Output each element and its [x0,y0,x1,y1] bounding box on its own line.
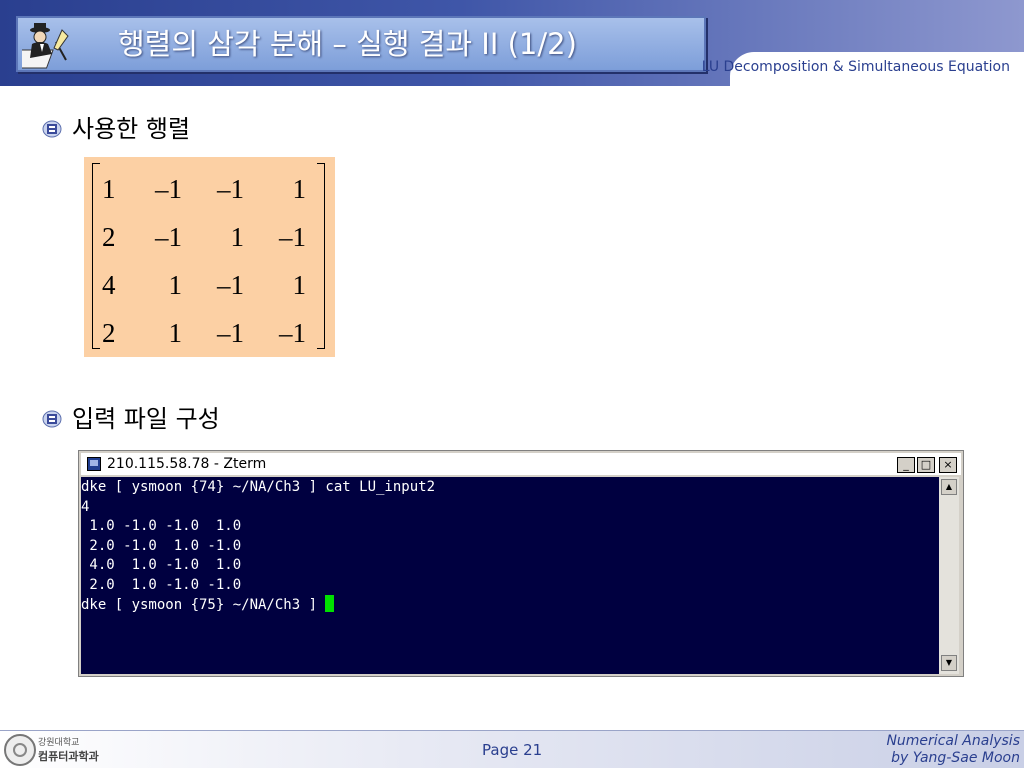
close-button[interactable]: × [939,457,957,473]
matrix-row: 2 –1 1 –1 [98,213,310,261]
terminal-window[interactable]: 210.115.58.78 - Zterm _ □ × dke [ ysmoon… [78,450,964,677]
bullet-label: 입력 파일 구성 [72,405,220,433]
matrix-cell: 1 [292,269,307,300]
matrix-row: 4 1 –1 1 [98,261,310,309]
matrix-row: 2 1 –1 –1 [98,309,310,357]
matrix-cell: –1 [217,173,244,204]
matrix-box: 1 –1 –1 1 2 –1 1 –1 4 1 –1 1 2 1 –1 –1 [84,157,335,357]
matrix-cell: –1 [217,269,244,300]
scroll-up-icon[interactable]: ▲ [941,479,957,495]
footer-course: Numerical Analysis [886,733,1020,749]
matrix-row: 1 –1 –1 1 [98,165,310,213]
matrix-cell: 1 [230,221,245,252]
terminal-titlebar[interactable]: 210.115.58.78 - Zterm _ □ × [81,453,961,475]
scroll-down-icon[interactable]: ▼ [941,655,957,671]
matrix-cell: 1 [168,317,183,348]
logo-university-name: 강원대학교 [38,738,80,748]
matrix-cell: –1 [279,317,306,348]
subtitle: LU Decomposition & Simultaneous Equation [701,59,1010,75]
matrix-right-bracket [317,163,325,349]
school-emblem-icon [42,410,62,428]
terminal-output: dke [ ysmoon {74} ~/NA/Ch3 ] cat LU_inpu… [81,477,939,616]
university-seal-icon [4,734,36,766]
matrix-cell: 2 [102,221,116,252]
matrix: 1 –1 –1 1 2 –1 1 –1 4 1 –1 1 2 1 –1 –1 [98,165,310,357]
terminal-app-icon[interactable] [87,457,101,471]
bullet-label: 사용한 행렬 [72,115,191,143]
terminal-cursor [325,595,335,612]
terminal-line: 2.0 1.0 -1.0 -1.0 [81,576,242,593]
terminal-window-title: 210.115.58.78 - Zterm [107,456,267,472]
terminal-scrollbar[interactable]: ▲ ▼ [939,477,959,674]
matrix-cell: 1 [168,269,183,300]
matrix-cell: –1 [279,221,306,252]
minimize-button[interactable]: _ [897,457,915,473]
terminal-screen[interactable]: dke [ ysmoon {74} ~/NA/Ch3 ] cat LU_inpu… [81,477,939,674]
title-box: 행렬의 삼각 분해 – 실행 결과 II (1/2) [16,16,706,72]
matrix-cell: 1 [102,173,116,204]
bullet-matrix: 사용한 행렬 [42,112,382,146]
bullet-input-file: 입력 파일 구성 [42,402,382,436]
matrix-cell: –1 [155,173,182,204]
terminal-line: 4 [81,498,90,515]
logo-department-name: 컴퓨터과학과 [38,750,99,763]
terminal-line: dke [ ysmoon {74} ~/NA/Ch3 ] cat LU_inpu… [81,479,436,495]
scholar-writing-icon [22,23,69,69]
page-title: 행렬의 삼각 분해 – 실행 결과 II (1/2) [118,27,577,61]
footer-author: by Yang-Sae Moon [891,750,1020,766]
terminal-line: 2.0 -1.0 1.0 -1.0 [81,537,242,554]
matrix-cell: 2 [102,317,116,348]
matrix-cell: 1 [292,173,307,204]
matrix-cell: 4 [102,269,116,300]
page-number: Page 21 [482,741,543,759]
terminal-line: 1.0 -1.0 -1.0 1.0 [81,518,242,534]
matrix-cell: –1 [217,317,244,348]
school-emblem-icon [42,120,62,138]
university-logo: 강원대학교 컴퓨터과학과 [4,734,100,766]
terminal-line: 4.0 1.0 -1.0 1.0 [81,557,242,573]
maximize-button[interactable]: □ [917,457,935,473]
matrix-cell: –1 [155,221,182,252]
terminal-prompt: dke [ ysmoon {75} ~/NA/Ch3 ] [81,597,326,613]
